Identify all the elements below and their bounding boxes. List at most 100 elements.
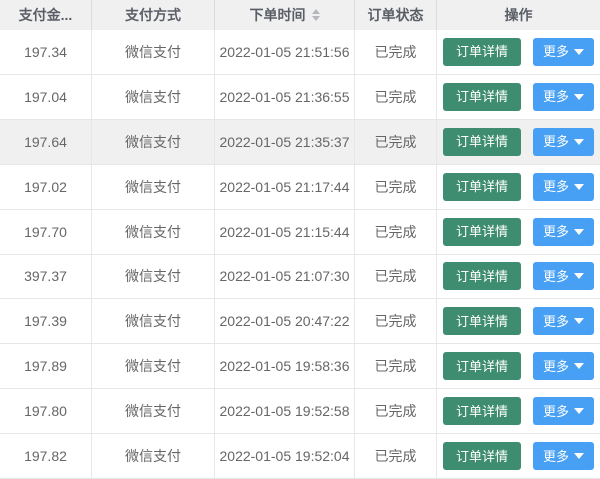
order-detail-button[interactable]: 订单详情: [443, 173, 521, 201]
actions-cell: 订单详情更多: [437, 165, 600, 209]
caret-down-icon: [574, 49, 584, 55]
status-cell: 已完成: [355, 299, 437, 343]
caret-down-icon: [574, 318, 584, 324]
payment-method-cell: 微信支付: [92, 165, 215, 209]
more-button[interactable]: 更多: [533, 173, 594, 201]
more-button-label: 更多: [543, 270, 569, 283]
order-detail-button[interactable]: 订单详情: [443, 38, 521, 66]
amount-cell: 197.70: [0, 210, 92, 254]
column-header-status: 订单状态: [355, 0, 437, 30]
actions-cell: 订单详情 更多: [437, 434, 600, 478]
amount-cell: 197.89: [0, 344, 92, 388]
sort-icon[interactable]: [312, 9, 320, 21]
more-button[interactable]: 更多: [533, 307, 594, 335]
actions-cell: 订单详情 更多: [437, 389, 600, 433]
actions-cell: 订单详情 更多: [437, 344, 600, 388]
amount-cell: 197.02: [0, 165, 92, 209]
status-cell: 已完成: [355, 165, 437, 209]
actions-cell: 订单详情 更多: [437, 210, 600, 254]
order-detail-button[interactable]: 订单详情: [443, 352, 521, 380]
status-cell: 已完成: [355, 434, 437, 478]
caret-down-icon: [574, 139, 584, 145]
actions-cell: 订单详情 更多: [437, 120, 600, 164]
amount-cell: 197.80: [0, 389, 92, 433]
more-button-label: 更多: [543, 360, 569, 373]
more-button-label: 更多: [543, 315, 569, 328]
order-detail-button[interactable]: 订单详情: [443, 218, 521, 246]
more-button[interactable]: 更多: [533, 442, 594, 470]
status-cell: 已完成: [355, 120, 437, 164]
order-detail-button[interactable]: 订单详情: [443, 128, 521, 156]
order-detail-button[interactable]: 订单详情: [443, 442, 521, 470]
column-header-method: 支付方式: [92, 0, 215, 30]
caret-down-icon: [574, 408, 584, 414]
order-time-cell: 2022-01-05 19:52:58: [215, 389, 355, 433]
order-time-cell: 2022-01-05 20:47:22: [215, 299, 355, 343]
order-time-cell: 2022-01-05 21:07:30: [215, 255, 355, 299]
column-header-label: 支付金...: [19, 5, 73, 25]
actions-cell: 订单详情 更多: [437, 299, 600, 343]
column-header-label: 支付方式: [125, 5, 181, 25]
more-button-label: 更多: [543, 225, 569, 238]
orders-table: 支付金... 支付方式 下单时间 订单状态 操作 197.34微信支付2022-01-0…: [0, 0, 600, 479]
status-cell: 已完成: [355, 344, 437, 388]
status-cell: 已完成: [355, 75, 437, 119]
table-row: 197.39微信支付2022-01-05 20:47:22已完成订单详情更多: [0, 299, 600, 344]
actions-cell: 订单详情 更多: [437, 30, 600, 74]
table-body: 197.34微信支付2022-01-05 21:51:56已完成订单详情更多19…: [0, 30, 600, 479]
caret-down-icon: [574, 453, 584, 459]
amount-cell: 397.37: [0, 255, 92, 299]
more-button[interactable]: 更多: [533, 38, 594, 66]
table-row: 197.80微信支付2022-01-05 19:52:58已完成订单详情 更多: [0, 389, 600, 434]
column-header-actions: 操作: [437, 0, 600, 30]
payment-method-cell: 微信支付: [92, 255, 215, 299]
table-row: 197.70微信支付2022-01-05 21:15:44已完成订单详情更多: [0, 210, 600, 255]
caret-down-icon: [574, 184, 584, 190]
table-row: 197.04微信支付2022-01-05 21:36:55已完成订单详情更多: [0, 75, 600, 120]
payment-method-cell: 微信支付: [92, 434, 215, 478]
order-time-cell: 2022-01-05 21:51:56: [215, 30, 355, 74]
payment-method-cell: 微信支付: [92, 299, 215, 343]
payment-method-cell: 微信支付: [92, 210, 215, 254]
column-header-label: 操作: [505, 5, 533, 25]
sort-desc-icon: [312, 16, 320, 21]
column-header-amount: 支付金...: [0, 0, 92, 30]
order-time-cell: 2022-01-05 21:35:37: [215, 120, 355, 164]
table-row: 197.02微信支付2022-01-05 21:17:44已完成订单详情更多: [0, 165, 600, 210]
order-detail-button[interactable]: 订单详情: [443, 262, 521, 290]
order-detail-button[interactable]: 订单详情: [443, 83, 521, 111]
amount-cell: 197.64: [0, 120, 92, 164]
status-cell: 已完成: [355, 389, 437, 433]
caret-down-icon: [574, 363, 584, 369]
caret-down-icon: [574, 94, 584, 100]
more-button[interactable]: 更多: [533, 128, 594, 156]
actions-cell: 订单详情 更多: [437, 75, 600, 119]
more-button-label: 更多: [543, 45, 569, 58]
more-button[interactable]: 更多: [533, 397, 594, 425]
more-button[interactable]: 更多: [533, 262, 594, 290]
table-row: 197.34微信支付2022-01-05 21:51:56已完成订单详情更多: [0, 30, 600, 75]
column-header-label: 订单状态: [368, 5, 424, 25]
table-row: 197.82微信支付2022-01-05 19:52:04已完成订单详情更多: [0, 434, 600, 479]
more-button[interactable]: 更多: [533, 83, 594, 111]
column-header-time[interactable]: 下单时间: [215, 0, 355, 30]
order-detail-button[interactable]: 订单详情: [443, 397, 521, 425]
more-button-label: 更多: [543, 135, 569, 148]
table-row: 197.89微信支付2022-01-05 19:58:36已完成订单详情更多: [0, 344, 600, 389]
order-time-cell: 2022-01-05 21:36:55: [215, 75, 355, 119]
status-cell: 已完成: [355, 30, 437, 74]
more-button[interactable]: 更多: [533, 352, 594, 380]
order-time-cell: 2022-01-05 21:15:44: [215, 210, 355, 254]
payment-method-cell: 微信支付: [92, 75, 215, 119]
table-row: 197.64微信支付2022-01-05 21:35:37已完成订单详情更多: [0, 120, 600, 165]
column-header-label: 下单时间: [250, 5, 306, 25]
more-button[interactable]: 更多: [533, 218, 594, 246]
table-header-row: 支付金... 支付方式 下单时间 订单状态 操作: [0, 0, 600, 30]
more-button-label: 更多: [543, 90, 569, 103]
more-button-label: 更多: [543, 405, 569, 418]
payment-method-cell: 微信支付: [92, 30, 215, 74]
sort-asc-icon: [312, 9, 320, 14]
order-detail-button[interactable]: 订单详情: [443, 307, 521, 335]
payment-method-cell: 微信支付: [92, 389, 215, 433]
more-button-label: 更多: [543, 450, 569, 463]
